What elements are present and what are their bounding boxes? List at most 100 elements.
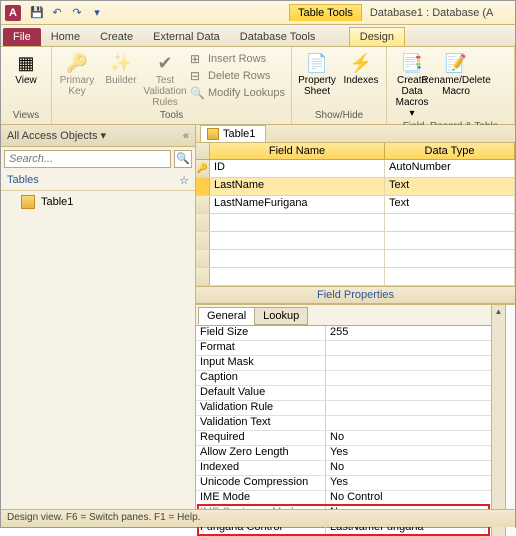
table-row[interactable] [196,268,515,286]
table-row[interactable] [196,232,515,250]
group-views-label: Views [5,110,47,122]
property-value[interactable]: No [326,431,491,445]
property-name: Input Mask [196,356,326,370]
tab-home[interactable]: Home [41,28,90,46]
document-tab-label: Table1 [223,128,255,140]
property-row[interactable]: Default Value [196,386,491,401]
property-value[interactable] [326,341,491,355]
field-properties-header: Field Properties [196,286,515,304]
tab-database-tools[interactable]: Database Tools [230,28,326,46]
property-row[interactable]: IndexedNo [196,461,491,476]
row-selector[interactable]: 🔑 [196,160,210,177]
field-properties: General Lookup Field Size255FormatInput … [196,304,515,536]
table-row[interactable] [196,250,515,268]
property-value[interactable] [326,356,491,370]
cell-field-name[interactable] [210,250,385,267]
property-sheet-label: Property Sheet [298,75,336,97]
property-value[interactable] [326,371,491,385]
property-row[interactable]: RequiredNo [196,431,491,446]
fp-tab-lookup[interactable]: Lookup [254,307,308,325]
tab-design[interactable]: Design [349,27,405,46]
cell-data-type[interactable]: Text [385,178,515,195]
property-value[interactable]: 255 [326,326,491,340]
field-properties-help [505,305,515,536]
table-row[interactable] [196,214,515,232]
property-value[interactable]: No [326,461,491,475]
row-selector[interactable] [196,178,210,195]
cell-field-name[interactable]: ID [210,160,385,177]
property-row[interactable]: Unicode CompressionYes [196,476,491,491]
document-tab-table1[interactable]: Table1 [200,125,266,142]
sheet-icon: 📄 [305,51,329,75]
rename-delete-macro-button[interactable]: 📝Rename/Delete Macro [435,49,477,121]
cell-data-type[interactable] [385,268,515,285]
search-icon[interactable]: 🔍 [174,150,192,168]
col-data-type[interactable]: Data Type [385,143,515,159]
select-all-cell[interactable] [196,143,210,159]
tab-create[interactable]: Create [90,28,143,46]
cell-field-name[interactable]: LastNameFurigana [210,196,385,213]
row-selector[interactable] [196,232,210,249]
property-row[interactable]: Input Mask [196,356,491,371]
nav-group-tables[interactable]: Tables ☆ [1,171,195,191]
property-row[interactable]: Caption [196,371,491,386]
cell-field-name[interactable] [210,232,385,249]
table-row[interactable]: LastNameFuriganaText [196,196,515,214]
qat-more-icon[interactable]: ▾ [89,5,105,21]
table-row[interactable]: 🔑IDAutoNumber [196,160,515,178]
property-value[interactable]: Yes [326,476,491,490]
property-sheet-button[interactable]: 📄Property Sheet [296,49,338,99]
cell-data-type[interactable]: AutoNumber [385,160,515,177]
scrollbar[interactable]: ▲ [491,305,505,536]
row-selector[interactable] [196,250,210,267]
lookup-icon: 🔍 [190,86,204,100]
property-row[interactable]: Field Size255 [196,326,491,341]
property-value[interactable] [326,416,491,430]
property-value[interactable] [326,401,491,415]
col-field-name[interactable]: Field Name [210,143,385,159]
document-tabs: Table1 [196,125,515,143]
property-value[interactable]: No Control [326,491,491,505]
cell-field-name[interactable]: LastName [210,178,385,195]
cell-field-name[interactable] [210,214,385,231]
property-row[interactable]: Allow Zero LengthYes [196,446,491,461]
macro-icon: 📑 [400,51,424,75]
group-showhide: 📄Property Sheet ⚡Indexes Show/Hide [292,47,387,124]
navigation-pane: All Access Objects ▾ « 🔍 Tables ☆ Table1 [1,125,196,513]
cell-data-type[interactable] [385,232,515,249]
property-name: Required [196,431,326,445]
primary-key-button: 🔑Primary Key [56,49,98,110]
collapse-icon[interactable]: « [183,130,189,142]
property-row[interactable]: Validation Rule [196,401,491,416]
grid-header: Field Name Data Type [196,143,515,160]
property-row[interactable]: IME ModeNo Control [196,491,491,506]
search-input[interactable] [4,150,171,168]
undo-icon[interactable]: ↶ [49,5,65,21]
property-value[interactable] [326,386,491,400]
redo-icon[interactable]: ↷ [69,5,85,21]
nav-item-table1[interactable]: Table1 [1,191,195,213]
indexes-button[interactable]: ⚡Indexes [340,49,382,99]
property-value[interactable]: Yes [326,446,491,460]
row-selector[interactable] [196,214,210,231]
fp-tab-general[interactable]: General [198,307,255,325]
nav-header[interactable]: All Access Objects ▾ « [1,125,195,147]
design-grid: Field Name Data Type 🔑IDAutoNumberLastNa… [196,143,515,286]
row-selector[interactable] [196,268,210,285]
cell-data-type[interactable] [385,250,515,267]
save-icon[interactable]: 💾 [29,5,45,21]
app-icon[interactable]: A [5,5,21,21]
property-row[interactable]: Validation Text [196,416,491,431]
tab-external-data[interactable]: External Data [143,28,230,46]
cell-data-type[interactable] [385,214,515,231]
scroll-up-icon[interactable]: ▲ [492,305,505,319]
table-row[interactable]: LastNameText [196,178,515,196]
cell-data-type[interactable]: Text [385,196,515,213]
tab-file[interactable]: File [3,28,41,46]
property-row[interactable]: Format [196,341,491,356]
field-prop-tabs: General Lookup [196,305,491,325]
insert-rows-button: ⊞Insert Rows [188,51,287,67]
cell-field-name[interactable] [210,268,385,285]
row-selector[interactable] [196,196,210,213]
view-button[interactable]: ▦ View [5,49,47,88]
